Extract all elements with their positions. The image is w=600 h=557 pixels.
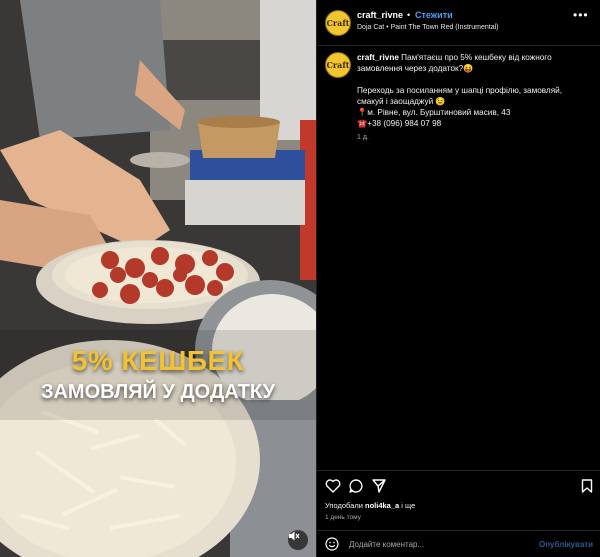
action-bar (317, 470, 600, 498)
music-attribution[interactable]: Doja Cat • Paint The Town Red (Instrumen… (357, 24, 498, 31)
caption-line-1: Пам'ятаєш про 5% кешбеку від кожного (401, 53, 552, 62)
likes-summary: Уподобали noli4ka_a і ще (325, 501, 415, 510)
emoji-icon[interactable] (325, 537, 339, 551)
caption-line-4: смакуй і заощаджуй 😉 (357, 97, 446, 106)
mute-icon (289, 531, 300, 541)
post-header: Craft craft_rivne • Стежити Doja Cat • P… (317, 0, 600, 46)
share-icon[interactable] (371, 478, 387, 494)
caption-address: 📍м. Рівне, вул. Бурштиновий масив, 43 (357, 108, 511, 117)
caption-avatar[interactable]: Craft (325, 52, 351, 78)
post-time: 1 д. (357, 134, 369, 141)
username-link[interactable]: craft_rivne (357, 10, 403, 20)
comment-input[interactable]: Додайте коментар... (349, 540, 424, 549)
comment-bar: Додайте коментар... Опублікувати (317, 530, 600, 557)
post-media[interactable]: 5% КЕШБЕК ЗАМОВЛЯЙ У ДОДАТКУ (0, 0, 316, 557)
avatar-logo-text: Craft (326, 18, 350, 28)
instagram-post-window: 5% КЕШБЕК ЗАМОВЛЯЙ У ДОДАТКУ Craft craft… (0, 0, 600, 557)
separator-dot: • (407, 10, 411, 20)
post-side-panel: Craft craft_rivne • Стежити Doja Cat • P… (316, 0, 600, 557)
follow-button[interactable]: Стежити (415, 10, 453, 20)
heart-icon[interactable] (325, 478, 341, 494)
caption-phone: ☎️+38 (096) 984 07 98 (357, 119, 442, 128)
caption-line-2: замовлення через додаток?😝 (357, 64, 474, 73)
more-options-button[interactable]: ••• (573, 8, 589, 22)
avatar-logo-text: Craft (326, 60, 350, 70)
liked-by-user[interactable]: noli4ka_a (365, 501, 399, 510)
caption-line-3: Переходь за посиланням у шапці профілю, … (357, 86, 562, 95)
order-in-app-caption: ЗАМОВЛЯЙ У ДОДАТКУ (40, 381, 276, 403)
bookmark-icon[interactable] (579, 478, 595, 494)
publish-button[interactable]: Опублікувати (539, 540, 593, 549)
pizza-video-frame (0, 0, 316, 557)
post-age: 1 день тому (325, 514, 361, 521)
likes-prefix: Уподобали (325, 501, 365, 510)
mute-button[interactable] (288, 530, 308, 550)
caption-text: craft_rivne Пам'ятаєш про 5% кешбеку від… (357, 52, 593, 143)
avatar[interactable]: Craft (325, 10, 351, 36)
comment-icon[interactable] (348, 478, 364, 494)
cashback-caption: 5% КЕШБЕК (71, 345, 245, 376)
caption-username[interactable]: craft_rivne (357, 53, 399, 62)
likes-suffix[interactable]: і ще (399, 501, 415, 510)
